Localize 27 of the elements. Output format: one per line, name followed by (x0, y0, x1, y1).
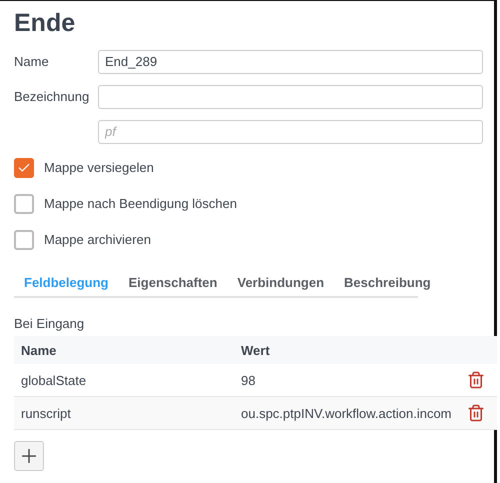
page-title: Ende (14, 9, 76, 38)
checkbox-label: Mappe archivieren (44, 232, 151, 247)
table-cell-text: globalState (20, 372, 88, 388)
checkbox-label: Mappe versiegelen (44, 160, 154, 175)
section-title: Bei Eingang (14, 316, 86, 331)
field-label: Bezeichnung (14, 89, 90, 104)
input-field[interactable] (98, 84, 483, 108)
field-label: Name (14, 54, 50, 69)
input-field[interactable]: End_289 (98, 50, 483, 74)
column-header: Wert (240, 342, 271, 358)
delete-button[interactable] (467, 404, 485, 422)
tab[interactable]: Beschreibung (334, 271, 441, 296)
delete-button[interactable] (467, 371, 485, 389)
table-cell-text: ou.spc.ptpINV.workflow.action.incom (240, 406, 453, 420)
trash-icon (467, 404, 485, 422)
column-header: Name (20, 342, 58, 358)
trash-icon (467, 371, 485, 389)
tab[interactable]: Verbindungen (227, 271, 334, 296)
input-field[interactable]: pf (98, 120, 483, 144)
checkbox[interactable] (14, 230, 34, 250)
table-cell-text: runscript (20, 406, 72, 420)
checkbox-label: Mappe nach Beendigung löschen (44, 196, 237, 211)
add-button[interactable] (14, 441, 44, 471)
checkbox[interactable] (14, 194, 34, 214)
table-cell-text: 98 (240, 372, 256, 388)
checkbox[interactable] (14, 158, 34, 178)
tab[interactable]: Eigenschaften (118, 271, 228, 296)
